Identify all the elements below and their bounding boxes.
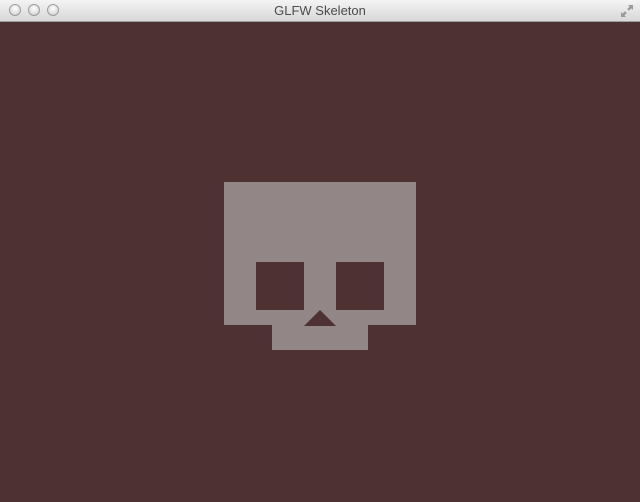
render-canvas[interactable] [0, 22, 640, 502]
zoom-button[interactable] [47, 4, 59, 16]
skull-right-eye [336, 262, 384, 310]
title-bar[interactable]: GLFW Skeleton [0, 0, 640, 22]
fullscreen-arrows-icon[interactable] [620, 4, 634, 18]
window-title: GLFW Skeleton [274, 3, 366, 18]
skull-left-eye [256, 262, 304, 310]
minimize-button[interactable] [28, 4, 40, 16]
close-button[interactable] [9, 4, 21, 16]
app-window: GLFW Skeleton [0, 0, 640, 502]
skull-jaw [272, 325, 368, 350]
skull-cranium [224, 182, 416, 325]
skull-nose [304, 310, 336, 326]
